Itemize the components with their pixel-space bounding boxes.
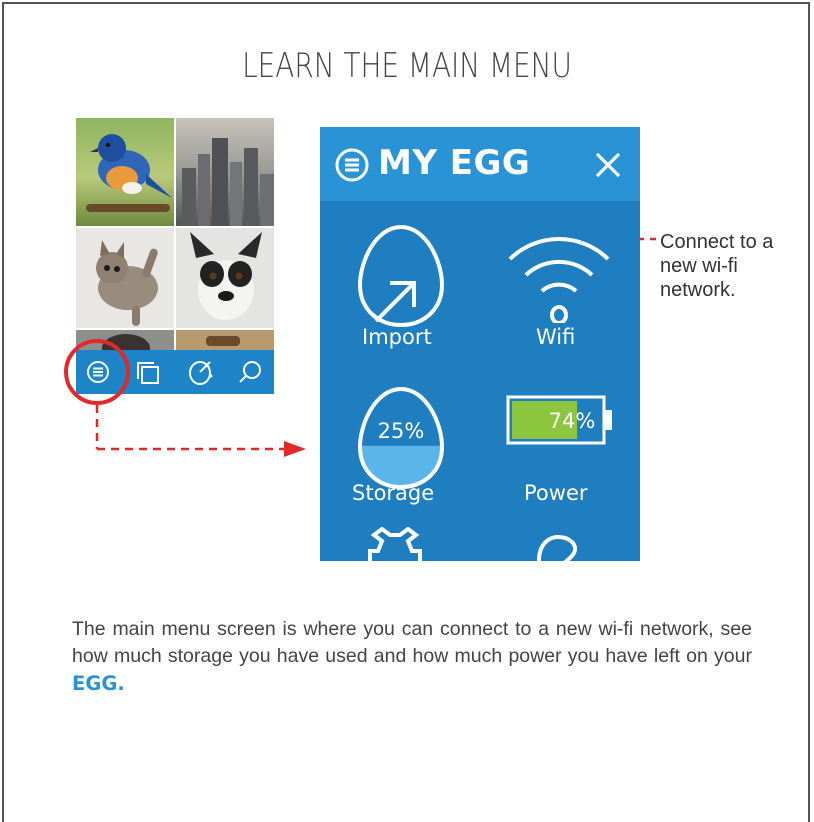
help-icon[interactable] xyxy=(526,531,586,561)
baby-photo xyxy=(76,330,174,350)
body-text: The main menu screen is where you can co… xyxy=(72,618,752,667)
thumbnail-toolbar xyxy=(76,350,274,394)
menu-title: MY EGG xyxy=(378,143,531,183)
settings-gear-icon[interactable] xyxy=(360,527,430,561)
battery-icon: 74% xyxy=(506,395,612,445)
power-value: 74% xyxy=(549,409,596,433)
menu-item-label: Import xyxy=(362,325,432,349)
city-photo xyxy=(176,118,274,226)
menu-header: MY EGG xyxy=(320,127,640,201)
main-menu-panel: MY EGG Import Wifi 25% Storage 74% Power xyxy=(320,127,640,561)
menu-item-import[interactable]: Import xyxy=(320,201,480,361)
page-title: LEARN THE MAIN MENU xyxy=(242,46,572,86)
body-brand: EGG. xyxy=(72,672,125,695)
bird-photo xyxy=(76,118,174,226)
wifi-callout: Connect to a new wi-fi network. xyxy=(660,231,774,301)
kitten-photo xyxy=(76,228,174,328)
menu-item-label: Storage xyxy=(352,481,435,505)
menu-item-label: Power xyxy=(524,481,588,505)
import-egg-icon xyxy=(357,224,445,328)
search-icon[interactable] xyxy=(236,358,264,386)
storage-egg-icon: 25% xyxy=(357,386,445,490)
storage-value: 25% xyxy=(378,419,425,443)
menu-icon[interactable] xyxy=(84,358,112,386)
body-paragraph: The main menu screen is where you can co… xyxy=(72,616,752,698)
menu-item-wifi[interactable]: Wifi xyxy=(480,201,640,361)
close-icon[interactable] xyxy=(594,151,622,179)
menu-item-power[interactable]: 74% Power xyxy=(480,377,640,527)
menu-icon[interactable] xyxy=(334,147,370,183)
wifi-icon xyxy=(508,236,610,323)
menu-item-storage[interactable]: 25% Storage xyxy=(320,377,480,527)
puppy-photo xyxy=(176,228,274,328)
phone-thumbnail xyxy=(76,118,274,394)
dog-beach-photo xyxy=(176,330,274,350)
menu-item-label: Wifi xyxy=(536,325,576,349)
gallery-icon[interactable] xyxy=(134,358,162,386)
import-icon[interactable] xyxy=(186,358,214,386)
